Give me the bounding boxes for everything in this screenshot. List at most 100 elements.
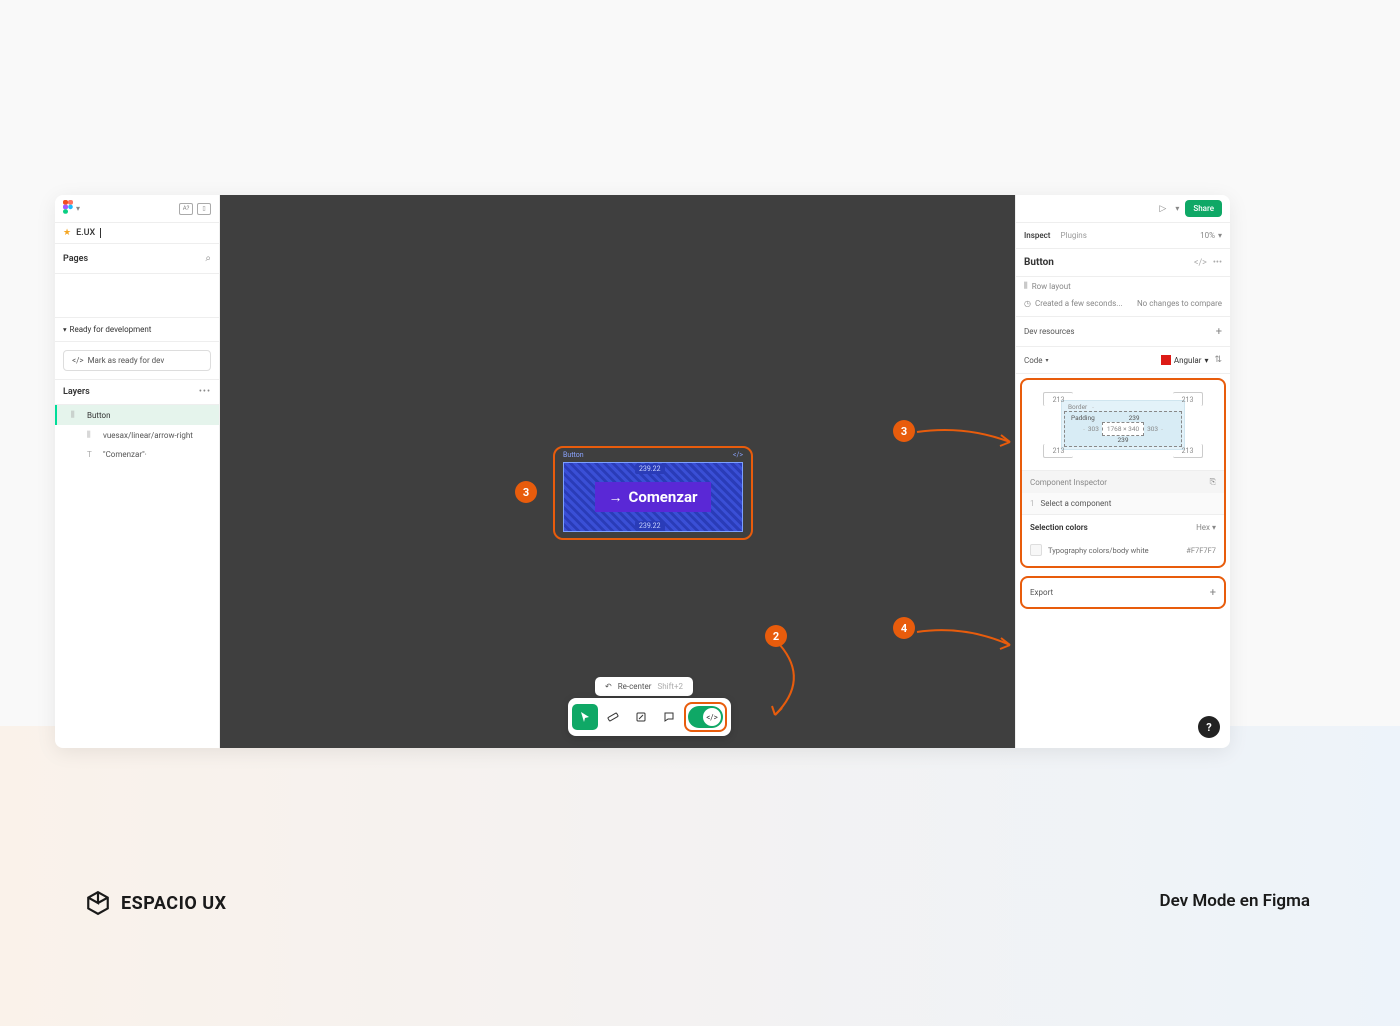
layer-row-button[interactable]: ⫼ Button	[55, 405, 219, 425]
no-changes-label: No changes to compare	[1137, 299, 1222, 308]
tab-plugins[interactable]: Plugins	[1060, 231, 1086, 240]
button-component: → Comenzar	[595, 482, 712, 512]
angular-icon	[1161, 355, 1171, 365]
dev-resources-header[interactable]: Dev resources +	[1016, 317, 1230, 347]
zoom-control[interactable]: 10% ▾	[1200, 231, 1222, 240]
padding-left: 303	[1088, 425, 1099, 433]
text-icon: T	[87, 450, 97, 459]
arrow-right-icon: →	[609, 489, 623, 506]
layout-icon: ⫼	[1024, 281, 1028, 291]
dev-mode-toggle[interactable]: </>	[688, 706, 723, 728]
undo-icon: ↶	[605, 682, 612, 691]
export-label: Export	[1030, 588, 1053, 597]
color-format-dropdown[interactable]: Hex ▾	[1196, 523, 1216, 532]
plus-icon[interactable]: +	[1216, 325, 1222, 338]
measure-tool-button[interactable]	[600, 704, 626, 730]
play-chevron-icon[interactable]: ▾	[1175, 204, 1179, 213]
framework-label: Angular	[1174, 356, 1202, 365]
padding-top: 239	[1129, 414, 1140, 422]
dev-mode-toggle-highlight: </>	[684, 702, 727, 732]
share-button[interactable]: Share	[1185, 200, 1222, 217]
copy-icon[interactable]: ⎘	[1210, 477, 1216, 487]
caret-icon: ▸	[61, 328, 69, 332]
created-label: Created a few seconds...	[1035, 299, 1123, 308]
frame-label[interactable]: Button	[563, 451, 584, 459]
layer-row-arrow[interactable]: ⫼ vuesax/linear/arrow-right	[55, 425, 219, 445]
measure-bottom: 239.22	[635, 521, 665, 531]
ready-section-label: Ready for development	[70, 325, 152, 334]
mark-ready-label: Mark as ready for dev	[88, 356, 165, 365]
export-section[interactable]: Export +	[1020, 576, 1226, 609]
code-output[interactable]: 1Select a component	[1022, 493, 1224, 515]
annotate-tool-button[interactable]	[628, 704, 654, 730]
frame-icon: ⫼	[71, 410, 81, 420]
layer-name: "Comenzar"·	[103, 450, 147, 459]
footer-brand-text: ESPACIO UX	[121, 893, 227, 914]
right-toolbar: ▷ ▾ Share	[1016, 195, 1230, 223]
frame-title-bar: Button </>	[563, 451, 743, 459]
dev-resources-label: Dev resources	[1024, 327, 1074, 336]
a-square-icon[interactable]: A?	[179, 203, 193, 215]
recenter-tooltip[interactable]: ↶ Re-center Shift+2	[595, 677, 693, 696]
frame-dev-icon[interactable]: </>	[733, 451, 743, 459]
chevron-down-icon: ▾	[1046, 357, 1049, 364]
callout-arrow-2	[770, 640, 840, 720]
clock-icon: ◷	[1024, 299, 1031, 308]
star-icon[interactable]: ★	[63, 228, 71, 238]
color-name: Typography colors/body white	[1048, 546, 1149, 555]
layer-name: Button	[87, 411, 111, 420]
footer-brand: ESPACIO UX	[85, 890, 227, 916]
callout-4: 4	[893, 617, 915, 639]
comment-tool-button[interactable]	[656, 704, 682, 730]
file-title-row: ★ E.UX	[55, 223, 219, 244]
box-model-diagram[interactable]: 213 213 213 213 Border - Padding 239	[1022, 380, 1224, 470]
code-icon[interactable]: </>	[1194, 258, 1207, 268]
color-hex: #F7F7F7	[1186, 546, 1216, 555]
selection-header: Button </> •••	[1016, 249, 1230, 277]
hex-label: Hex	[1196, 523, 1210, 532]
espacio-ux-logo-icon	[85, 890, 111, 916]
search-icon[interactable]: ⌕	[205, 253, 211, 264]
padding-right: 303	[1147, 425, 1158, 433]
selection-colors-label: Selection colors	[1030, 523, 1088, 532]
color-row[interactable]: Typography colors/body white #F7F7F7	[1022, 540, 1224, 566]
chevron-down-icon: ▾	[1204, 356, 1208, 365]
figma-menu-icon[interactable]	[63, 200, 73, 217]
settings-icon[interactable]: ⇅	[1214, 355, 1222, 365]
play-icon[interactable]: ▷	[1159, 204, 1166, 214]
layers-header[interactable]: Layers •••	[55, 379, 219, 405]
layers-label: Layers	[63, 387, 90, 397]
left-toolbar: ▾ A? ▯	[55, 195, 219, 223]
pages-header[interactable]: Pages ⌕	[55, 244, 219, 274]
callout-2: 2	[765, 625, 787, 647]
ready-for-dev-section[interactable]: ▸ Ready for development	[55, 318, 219, 342]
figma-app-window: ▾ A? ▯ ★ E.UX Pages ⌕ ▸ Ready for develo…	[55, 195, 1230, 748]
layer-name: vuesax/linear/arrow-right	[103, 431, 193, 440]
pages-list-empty	[55, 274, 219, 318]
code-dropdown[interactable]: Code ▾	[1024, 356, 1049, 365]
color-swatch	[1030, 544, 1042, 556]
chevron-down-icon[interactable]: ▾	[76, 204, 80, 213]
created-row: ◷ Created a few seconds... No changes to…	[1016, 295, 1230, 317]
framework-dropdown[interactable]: Angular ▾	[1161, 355, 1209, 365]
more-icon[interactable]: •••	[199, 387, 211, 397]
move-tool-button[interactable]	[572, 704, 598, 730]
mark-ready-button[interactable]: </> Mark as ready for dev	[63, 350, 211, 371]
selection-name: Button	[1024, 257, 1054, 268]
layer-row-text[interactable]: T "Comenzar"·	[55, 445, 219, 464]
button-text: Comenzar	[629, 488, 698, 506]
right-panel: ▷ ▾ Share Inspect Plugins 10% ▾ Button <…	[1015, 195, 1230, 748]
content-size: 1768 × 340	[1102, 422, 1144, 436]
file-name[interactable]: E.UX	[76, 228, 95, 238]
more-icon[interactable]: •••	[1213, 258, 1222, 268]
help-button[interactable]: ?	[1198, 716, 1220, 738]
plus-icon[interactable]: +	[1210, 586, 1216, 599]
code-framework-row: Code ▾ Angular ▾ ⇅	[1016, 347, 1230, 374]
chevron-down-icon: ▾	[1218, 231, 1222, 240]
padding-bottom: 239	[1118, 436, 1129, 444]
chevron-down-icon: ▾	[1212, 523, 1216, 532]
inspector-tabs: Inspect Plugins 10% ▾	[1016, 223, 1230, 249]
canvas[interactable]: Button </> → Comenzar 239.22 239.22 3 2 …	[220, 195, 1015, 748]
tab-inspect[interactable]: Inspect	[1024, 231, 1050, 240]
panel-toggle-icon[interactable]: ▯	[197, 203, 211, 215]
